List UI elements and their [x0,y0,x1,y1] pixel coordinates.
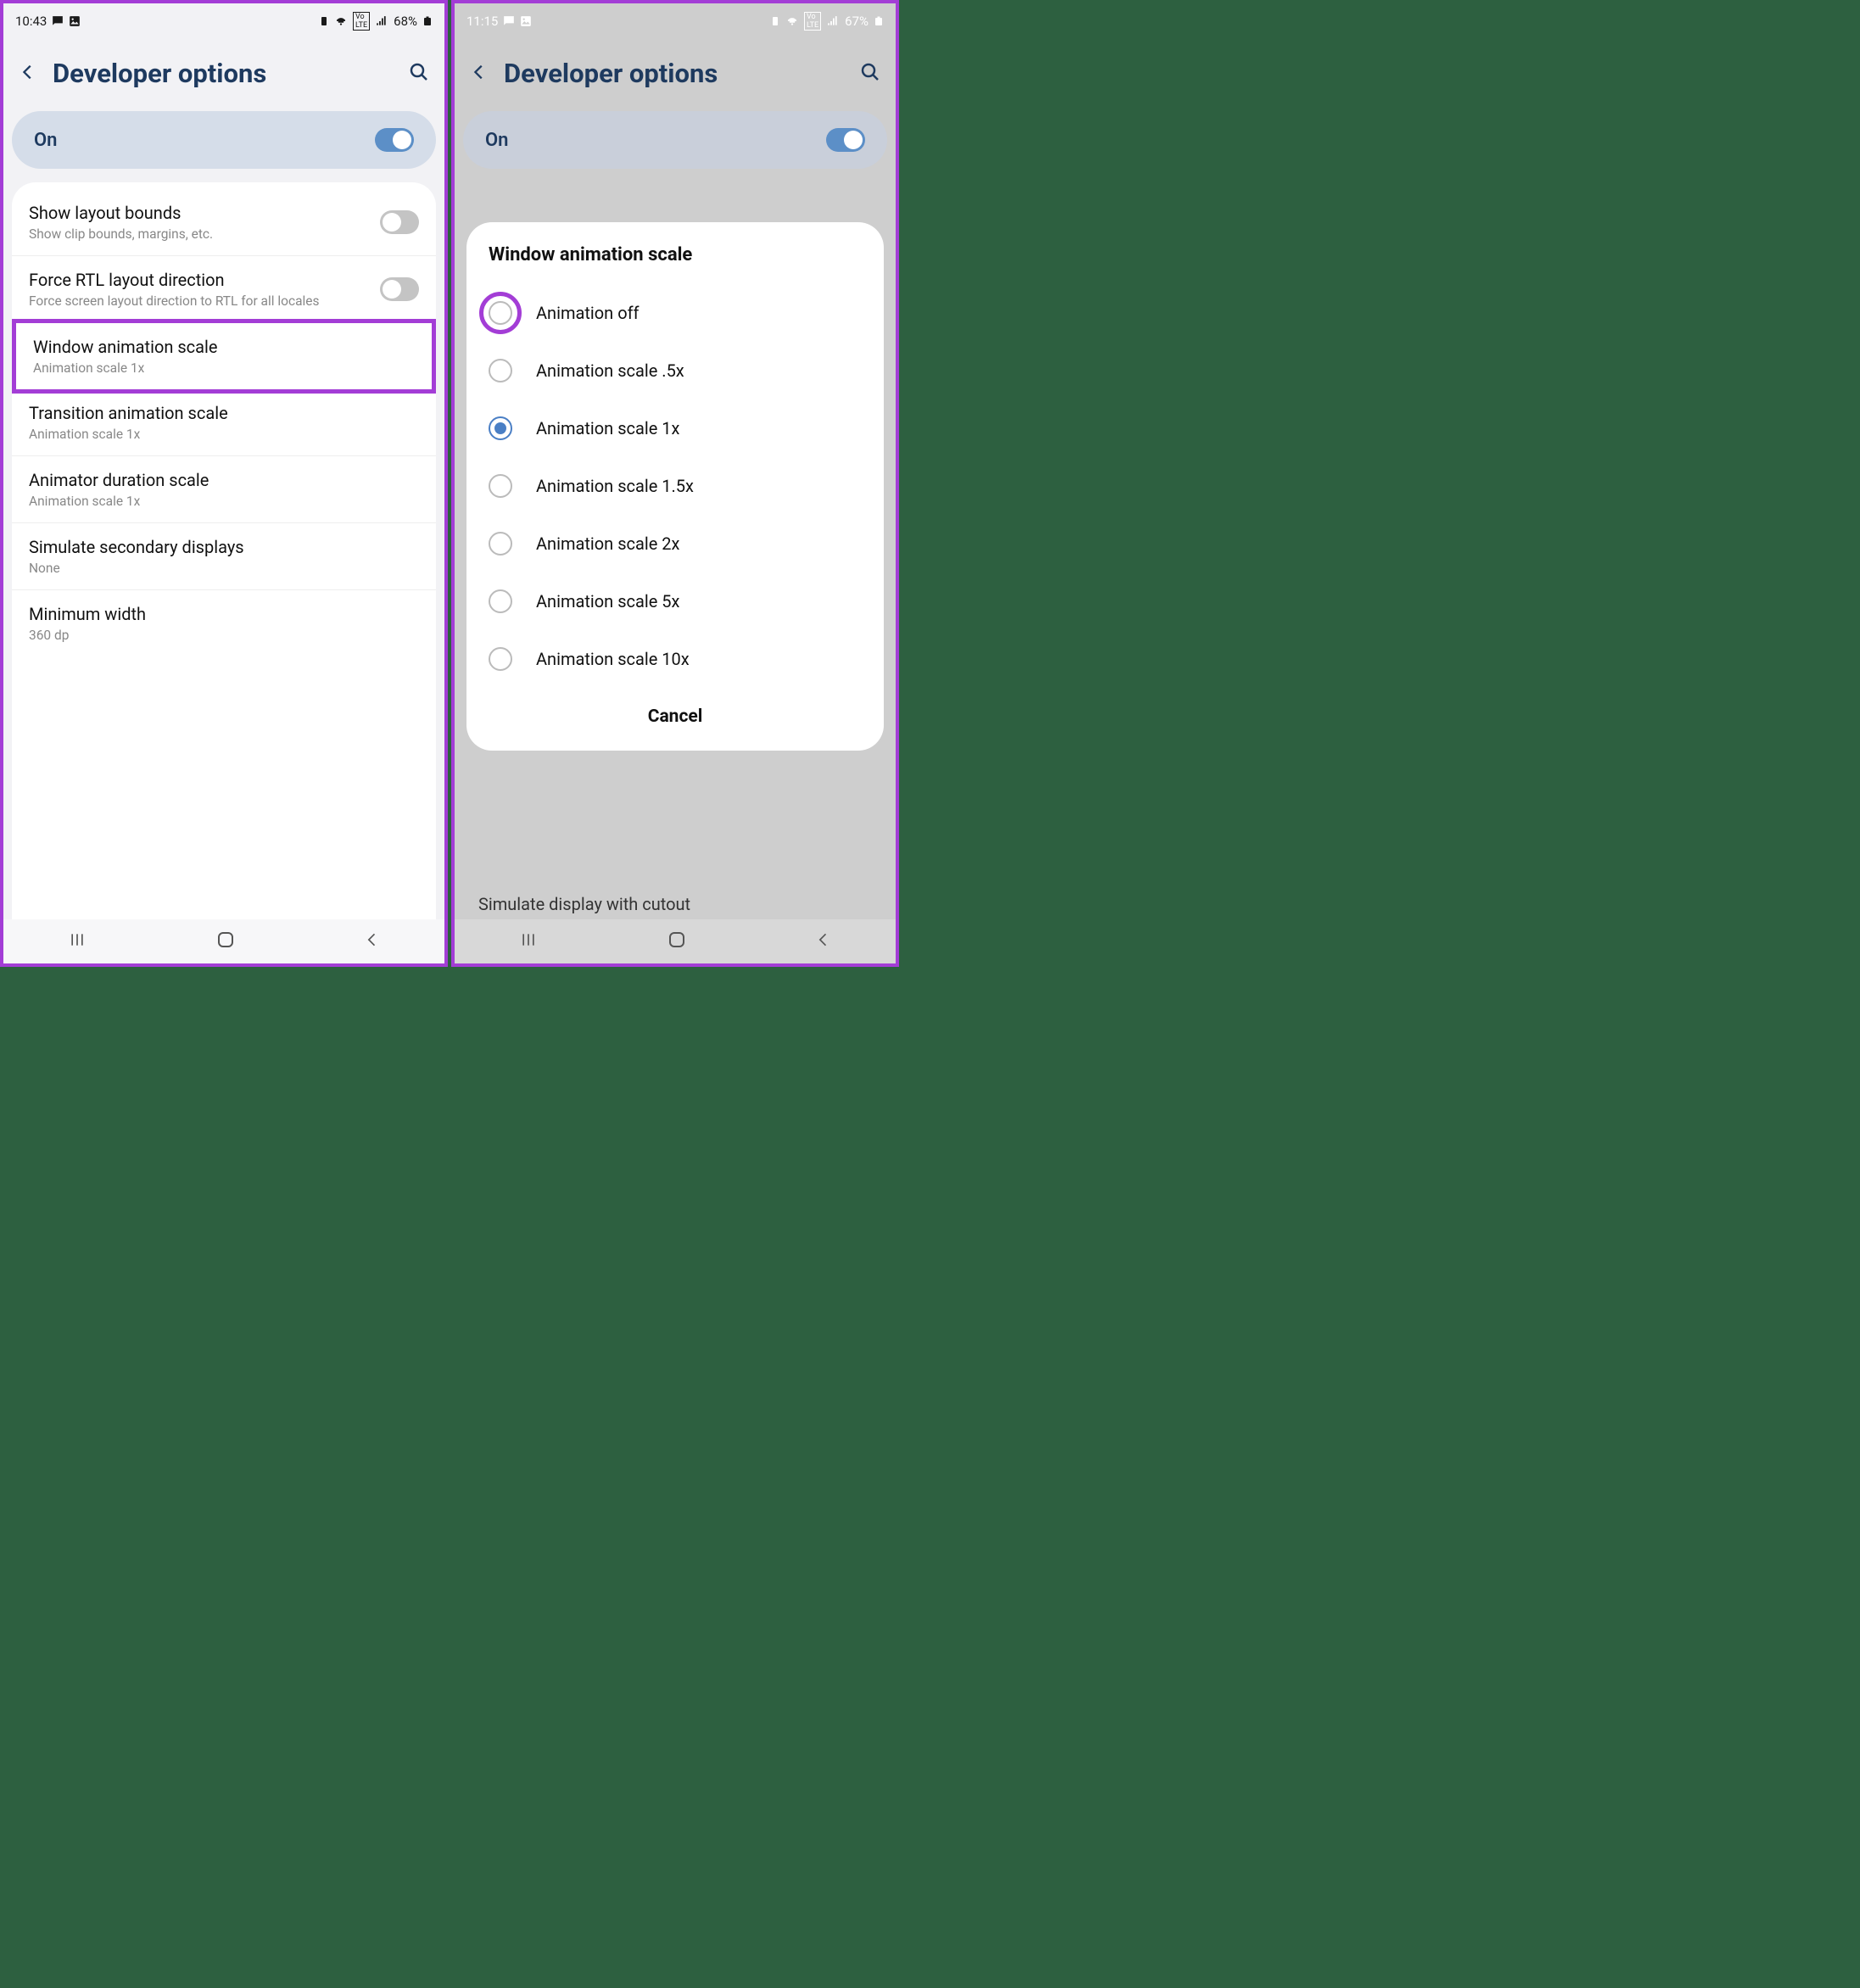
nav-home[interactable] [215,930,236,953]
toggle-switch[interactable] [380,210,419,234]
radio-button[interactable] [489,416,512,440]
radio-label: Animation scale 2x [536,533,679,554]
item-subtitle: 360 dp [29,628,146,643]
chevron-left-icon [19,63,37,81]
item-subtitle: Animation scale 1x [29,494,209,509]
master-toggle-switch[interactable] [375,128,414,152]
radio-button[interactable] [489,301,512,325]
radio-button[interactable] [489,474,512,498]
dialog-title: Window animation scale [466,244,884,284]
item-title: Animator duration scale [29,470,209,490]
radio-button[interactable] [489,532,512,556]
battery-saver-icon [319,15,329,27]
back-button[interactable] [470,63,489,85]
item-window-animation-scale[interactable]: Window animation scale Animation scale 1… [12,319,436,394]
wifi-icon [785,15,799,27]
chat-icon [503,15,515,27]
item-minimum-width[interactable]: Minimum width 360 dp [12,590,436,656]
screen-right: 11:15 VoLTE 67% Developer options On Sim… [451,0,899,967]
nav-recents[interactable] [518,931,539,952]
cancel-button[interactable]: Cancel [466,688,884,735]
battery-saver-icon [770,15,780,27]
battery-icon [874,15,884,27]
item-title: Transition animation scale [29,403,228,423]
item-title: Window animation scale [33,337,218,357]
back-button[interactable] [19,63,37,85]
page-header: Developer options [455,34,896,109]
battery-percent: 68% [394,14,417,29]
signal-icon [826,15,840,27]
master-toggle-row: On [463,111,887,169]
page-title: Developer options [53,58,394,89]
radio-button[interactable] [489,647,512,671]
item-subtitle: Animation scale 1x [29,427,228,442]
nav-back[interactable] [815,931,832,952]
item-title: Simulate secondary displays [29,537,244,557]
radio-label: Animation off [536,303,640,323]
item-title: Minimum width [29,604,146,624]
item-subtitle: Force screen layout direction to RTL for… [29,293,320,309]
page-title: Developer options [504,58,845,89]
item-simulate-secondary-displays[interactable]: Simulate secondary displays None [12,523,436,590]
item-subtitle: Show clip bounds, margins, etc. [29,226,213,242]
wifi-icon [334,15,348,27]
radio-button[interactable] [489,589,512,613]
radio-label: Animation scale 10x [536,649,690,669]
item-animator-duration-scale[interactable]: Animator duration scale Animation scale … [12,456,436,523]
status-time: 11:15 [466,14,498,29]
chevron-left-icon [470,63,489,81]
search-button[interactable] [409,62,429,86]
chat-icon [52,15,64,27]
volte-icon: VoLTE [353,12,370,31]
item-transition-animation-scale[interactable]: Transition animation scale Animation sca… [12,389,436,456]
radio-option-scale-10x[interactable]: Animation scale 10x [466,630,884,688]
master-toggle-label: On [34,130,57,151]
master-toggle-label: On [485,130,508,151]
animation-scale-dialog: Window animation scale Animation off Ani… [466,222,884,751]
item-subtitle: None [29,561,244,576]
radio-option-animation-off[interactable]: Animation off [466,284,884,342]
battery-icon [422,15,433,27]
status-bar: 10:43 VoLTE 68% [3,3,444,34]
toggle-switch[interactable] [380,277,419,301]
item-force-rtl[interactable]: Force RTL layout direction Force screen … [12,256,436,323]
search-icon [409,62,429,82]
radio-label: Animation scale .5x [536,360,684,381]
image-icon [69,15,81,27]
item-title: Show layout bounds [29,203,213,223]
item-subtitle: Animation scale 1x [33,360,218,376]
screen-left: 10:43 VoLTE 68% Developer options On Sho… [0,0,448,967]
radio-label: Animation scale 1.5x [536,476,694,496]
radio-option-scale-1x[interactable]: Animation scale 1x [466,399,884,457]
item-title: Force RTL layout direction [29,270,320,290]
nav-back[interactable] [364,931,381,952]
search-icon [860,62,880,82]
radio-label: Animation scale 5x [536,591,679,611]
background-item-peek: Simulate display with cutout [478,894,690,914]
nav-bar [3,919,444,963]
image-icon [520,15,532,27]
nav-bar [455,919,896,963]
status-bar: 11:15 VoLTE 67% [455,3,896,34]
item-show-layout-bounds[interactable]: Show layout bounds Show clip bounds, mar… [12,189,436,256]
master-toggle-row[interactable]: On [12,111,436,169]
page-header: Developer options [3,34,444,109]
settings-list: Show layout bounds Show clip bounds, mar… [12,182,436,919]
signal-icon [375,15,388,27]
battery-percent: 67% [845,14,869,29]
radio-option-scale-5x[interactable]: Animation scale 5x [466,572,884,630]
search-button[interactable] [860,62,880,86]
radio-option-scale-15x[interactable]: Animation scale 1.5x [466,457,884,515]
radio-option-scale-05x[interactable]: Animation scale .5x [466,342,884,399]
radio-button[interactable] [489,359,512,383]
nav-recents[interactable] [67,931,87,952]
master-toggle-switch [826,128,865,152]
status-time: 10:43 [15,14,47,29]
nav-home[interactable] [667,930,687,953]
radio-option-scale-2x[interactable]: Animation scale 2x [466,515,884,572]
radio-label: Animation scale 1x [536,418,679,438]
volte-icon: VoLTE [804,12,821,31]
